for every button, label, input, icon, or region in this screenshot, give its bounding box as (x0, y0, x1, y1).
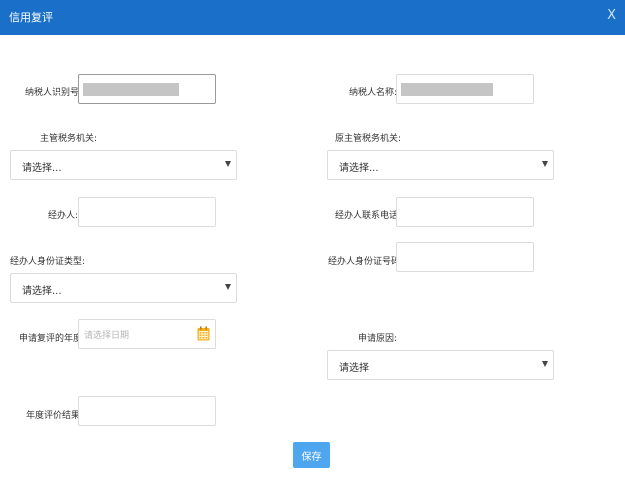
dialog-title: 信用复评 (9, 11, 53, 24)
chevron-down-icon (542, 361, 548, 367)
handler-label: 经办人: (48, 211, 79, 221)
reason-select[interactable]: 请选择 (327, 350, 554, 380)
handler-input[interactable] (78, 197, 216, 227)
tax-authority-value: 请选择... (22, 163, 62, 174)
reason-value: 请选择 (339, 363, 369, 374)
taxpayer-id-label: 纳税人识别号: (25, 88, 83, 98)
chevron-down-icon (542, 161, 548, 167)
handler-id-type-label: 经办人身份证类型: (10, 257, 86, 267)
dialog-title-bar: 信用复评 X (0, 0, 625, 35)
redacted-value (83, 83, 179, 96)
save-button[interactable]: 保存 (293, 442, 330, 468)
taxpayer-id-input[interactable] (78, 74, 216, 104)
tax-authority-label: 主管税务机关: (40, 134, 98, 144)
redacted-value (401, 83, 493, 96)
taxpayer-name-input[interactable] (396, 74, 534, 104)
review-year-label: 申请复评的年度: (19, 334, 86, 344)
handler-phone-input[interactable] (396, 197, 534, 227)
orig-tax-authority-label: 原主管税务机关: (335, 134, 402, 144)
chevron-down-icon (225, 161, 231, 167)
handler-id-type-select[interactable]: 请选择... (10, 273, 237, 303)
orig-tax-authority-select[interactable]: 请选择... (327, 150, 554, 180)
handler-id-number-label: 经办人身份证号码: (328, 257, 404, 267)
handler-id-type-value: 请选择... (22, 286, 62, 297)
reason-label: 申请原因: (358, 334, 398, 344)
review-year-date-input[interactable]: 请选择日期 (78, 319, 216, 349)
tax-authority-select[interactable]: 请选择... (10, 150, 237, 180)
orig-tax-authority-value: 请选择... (339, 163, 379, 174)
chevron-down-icon (225, 284, 231, 290)
taxpayer-name-label: 纳税人名称: (349, 88, 398, 98)
annual-result-label: 年度评价结果: (26, 411, 84, 421)
annual-result-input[interactable] (78, 396, 216, 426)
calendar-icon[interactable] (197, 326, 210, 341)
handler-id-number-input[interactable] (396, 242, 534, 272)
close-button[interactable]: X (607, 8, 616, 23)
review-year-placeholder: 请选择日期 (84, 331, 130, 341)
handler-phone-label: 经办人联系电话: (335, 211, 402, 221)
